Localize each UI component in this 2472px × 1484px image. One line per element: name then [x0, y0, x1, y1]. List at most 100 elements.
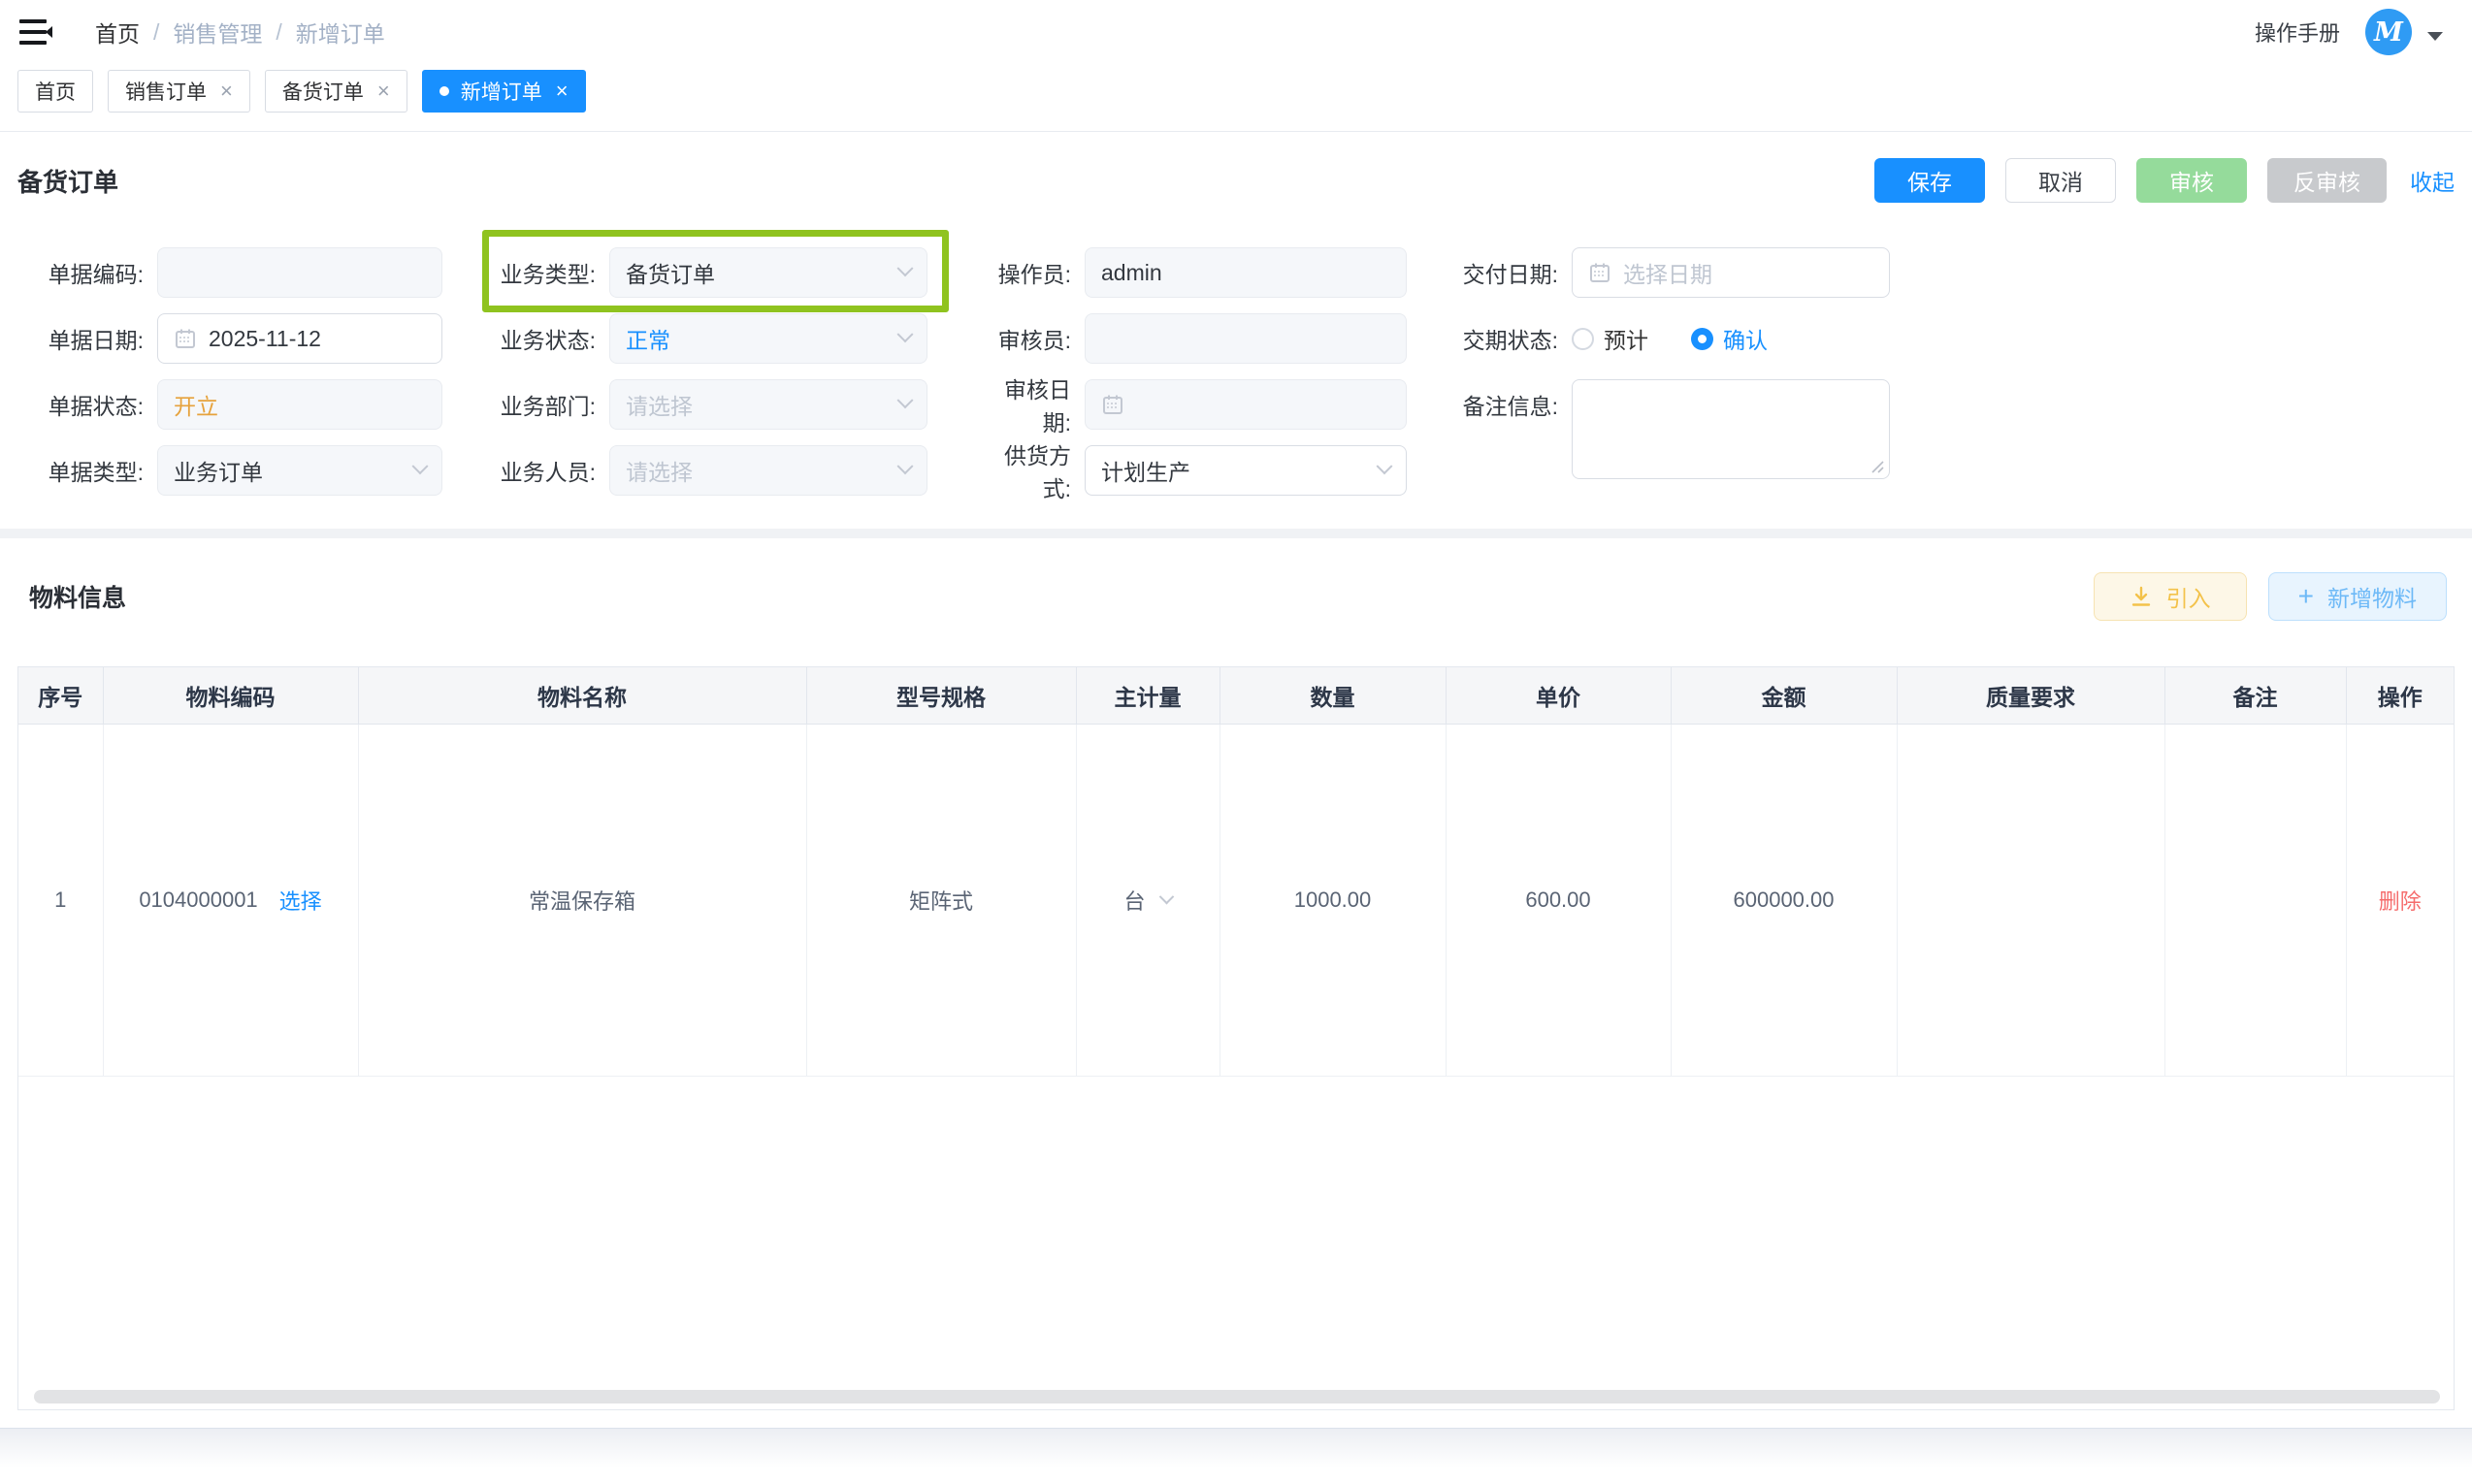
chevron-down-icon	[897, 326, 914, 342]
field-label: 审核员:	[976, 322, 1085, 355]
chevron-down-icon	[1377, 458, 1393, 474]
materials-buttons: 引入 + 新增物料	[2094, 572, 2447, 621]
field-supply-mode: 供货方式: 计划生产	[976, 445, 1461, 496]
tab-bar: 首页 销售订单 × 备货订单 × 新增订单 ×	[0, 70, 2472, 113]
menu-fold-icon[interactable]	[19, 17, 52, 47]
form-actions: 保存 取消 审核 反审核 收起	[1854, 158, 2455, 203]
doc-type-select[interactable]: 业务订单	[157, 445, 442, 496]
col-seq: 序号	[18, 667, 103, 724]
calendar-icon	[1101, 393, 1124, 416]
add-material-button[interactable]: + 新增物料	[2268, 572, 2447, 621]
field-doc-date: 单据日期: 2025-11-12	[17, 313, 493, 364]
field-doc-type: 单据类型: 业务订单	[17, 445, 493, 496]
radio-option-estimated[interactable]: 预计	[1572, 322, 1648, 355]
audit-button[interactable]: 审核	[2136, 158, 2247, 203]
tab-label: 销售订单	[125, 77, 207, 106]
table-header-row: 序号 物料编码 物料名称 型号规格 主计量 数量 单价 金额 质量要求 备注 操…	[18, 667, 2454, 724]
horizontal-scrollbar[interactable]	[34, 1390, 2440, 1403]
order-form-section: 备货订单 保存 取消 审核 反审核 收起 单据编码: 业务类型: 备货订单	[0, 132, 2472, 496]
manual-link[interactable]: 操作手册	[2255, 16, 2340, 48]
import-button[interactable]: 引入	[2094, 572, 2247, 621]
cancel-button[interactable]: 取消	[2005, 158, 2116, 203]
user-avatar[interactable]: M	[2365, 9, 2412, 55]
cell-remark[interactable]	[2164, 724, 2346, 1076]
save-button[interactable]: 保存	[1874, 158, 1985, 203]
chevron-down-icon	[897, 392, 914, 408]
chevron-down-icon	[412, 458, 429, 474]
doc-code-input[interactable]	[157, 247, 442, 298]
col-qty: 数量	[1220, 667, 1446, 724]
cell-material-code: 0104000001 选择	[103, 724, 358, 1076]
field-audit-date: 审核日期:	[976, 379, 1461, 430]
biz-dept-select[interactable]: 请选择	[609, 379, 927, 430]
navbar-right: 操作手册 M	[2255, 9, 2443, 55]
audit-date-picker[interactable]	[1085, 379, 1407, 430]
auditor-input[interactable]	[1085, 313, 1407, 364]
breadcrumb-separator: /	[153, 19, 159, 46]
operator-input[interactable]: admin	[1085, 247, 1407, 298]
field-label: 单据类型:	[17, 454, 157, 487]
biz-type-select[interactable]: 备货订单	[609, 247, 927, 298]
input-value: 开立	[174, 388, 218, 421]
field-label: 业务状态:	[493, 322, 609, 355]
remark-textarea[interactable]	[1572, 379, 1890, 479]
tab-sales-order[interactable]: 销售订单 ×	[108, 70, 250, 113]
cell-price[interactable]: 600.00	[1446, 724, 1671, 1076]
calendar-icon	[1588, 261, 1611, 284]
col-remark: 备注	[2164, 667, 2346, 724]
biz-person-select[interactable]: 请选择	[609, 445, 927, 496]
field-biz-dept: 业务部门: 请选择	[493, 379, 976, 430]
page-title: 备货订单	[17, 163, 118, 199]
cell-spec: 矩阵式	[806, 724, 1076, 1076]
biz-status-select[interactable]: 正常	[609, 313, 927, 364]
cell-quality[interactable]	[1897, 724, 2164, 1076]
select-material-link[interactable]: 选择	[279, 885, 322, 916]
collapse-link[interactable]: 收起	[2410, 164, 2455, 197]
select-value: 计划生产	[1101, 454, 1190, 487]
delivery-date-picker[interactable]: 选择日期	[1572, 247, 1890, 298]
doc-status-input[interactable]: 开立	[157, 379, 442, 430]
select-value: 业务订单	[174, 454, 263, 487]
cell-qty[interactable]: 1000.00	[1220, 724, 1446, 1076]
breadcrumb-home[interactable]: 首页	[95, 16, 140, 48]
chevron-down-icon[interactable]	[2427, 32, 2443, 41]
unit-select[interactable]: 台	[1077, 885, 1220, 916]
tab-label: 首页	[35, 77, 76, 106]
select-value: 备货订单	[626, 256, 715, 289]
breadcrumb-sales-mgmt[interactable]: 销售管理	[173, 16, 262, 48]
breadcrumb-new-order: 新增订单	[296, 16, 385, 48]
active-dot-icon	[439, 86, 449, 96]
date-value: 2025-11-12	[209, 326, 321, 352]
resize-grip-icon[interactable]	[1869, 458, 1884, 473]
chevron-down-icon	[897, 458, 914, 474]
delete-link[interactable]: 删除	[2379, 889, 2422, 914]
tab-home[interactable]: 首页	[17, 70, 93, 113]
radio-option-confirmed[interactable]: 确认	[1691, 322, 1768, 355]
unit-value: 台	[1123, 885, 1145, 916]
field-label: 交期状态:	[1461, 322, 1572, 355]
field-label: 业务类型:	[493, 256, 609, 289]
supply-mode-select[interactable]: 计划生产	[1085, 445, 1407, 496]
field-delivery-date: 交付日期: 选择日期	[1461, 247, 2004, 298]
field-auditor: 审核员:	[976, 313, 1461, 364]
import-label: 引入	[2166, 580, 2211, 613]
close-icon[interactable]: ×	[220, 81, 233, 102]
close-icon[interactable]: ×	[377, 81, 390, 102]
delivery-status-radio-group: 预计 确认	[1572, 322, 1810, 355]
doc-date-picker[interactable]: 2025-11-12	[157, 313, 442, 364]
cell-material-name: 常温保存箱	[358, 724, 806, 1076]
reverse-audit-button[interactable]: 反审核	[2267, 158, 2387, 203]
col-price: 单价	[1446, 667, 1671, 724]
col-amount: 金额	[1671, 667, 1897, 724]
tab-new-order-active[interactable]: 新增订单 ×	[422, 70, 586, 113]
close-icon[interactable]: ×	[556, 81, 569, 102]
field-biz-person: 业务人员: 请选择	[493, 445, 976, 496]
tab-stock-order[interactable]: 备货订单 ×	[265, 70, 407, 113]
field-label: 备注信息:	[1461, 388, 1572, 421]
field-label: 业务人员:	[493, 454, 609, 487]
tab-label: 备货订单	[282, 77, 364, 106]
select-placeholder: 请选择	[626, 388, 693, 421]
materials-header: 物料信息 引入 + 新增物料	[29, 565, 2447, 628]
select-value: 正常	[626, 322, 670, 355]
top-navbar: 首页 / 销售管理 / 新增订单 操作手册 M	[0, 0, 2472, 64]
